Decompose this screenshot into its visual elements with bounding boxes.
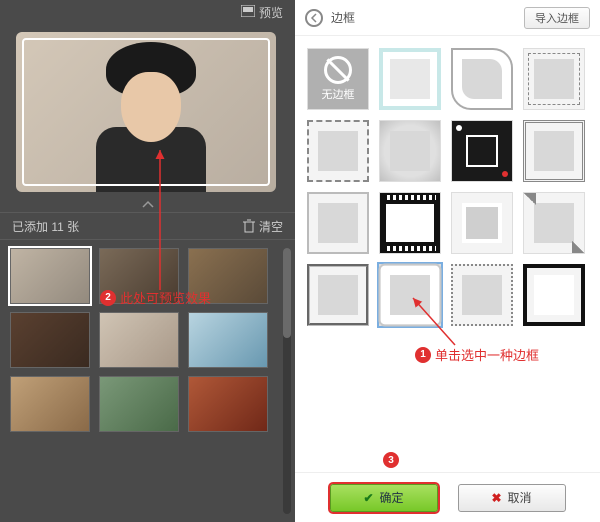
thumbnail[interactable]	[10, 248, 90, 304]
ok-button[interactable]: ✔ 确定	[330, 484, 438, 512]
frame-header: 边框 导入边框	[295, 0, 600, 36]
preview-area	[0, 24, 295, 196]
frame-none[interactable]: 无边框	[307, 48, 369, 110]
clear-button[interactable]: 清空	[243, 218, 283, 235]
frame-option[interactable]	[523, 120, 585, 182]
frame-option[interactable]	[523, 48, 585, 110]
annotation-text: 单击选中一种边框	[435, 345, 539, 364]
frame-option[interactable]	[307, 264, 369, 326]
x-icon: ✖	[491, 491, 501, 505]
preview-header: 预览	[0, 0, 295, 24]
cancel-label: 取消	[508, 489, 532, 506]
thumbnails-scrollbar[interactable]	[283, 248, 291, 514]
dialog-footer: ✔ 确定 ✖ 取消	[295, 472, 600, 522]
thumbnail[interactable]	[188, 248, 268, 304]
back-button[interactable]	[305, 9, 323, 27]
annotation-1: 1 单击选中一种边框	[415, 345, 539, 364]
thumbnail[interactable]	[10, 376, 90, 432]
thumbnails-area	[0, 240, 295, 522]
thumbnail[interactable]	[99, 248, 179, 304]
trash-icon	[243, 219, 255, 233]
frame-option[interactable]	[307, 192, 369, 254]
frame-option[interactable]	[451, 48, 513, 110]
preview-icon	[241, 5, 255, 20]
frame-option[interactable]	[379, 120, 441, 182]
preview-panel: 预览 已添加 11 张 清空	[0, 0, 295, 522]
frame-panel: 边框 导入边框 无边框 1 单击选中一种边框 3 ✔	[295, 0, 600, 522]
preview-image	[16, 32, 276, 192]
frame-option[interactable]	[379, 192, 441, 254]
annotation-3: 3	[383, 452, 399, 468]
thumbnail[interactable]	[188, 312, 268, 368]
added-count-label: 已添加 11 张	[12, 218, 79, 235]
arrow-left-icon	[309, 13, 319, 23]
frame-option-selected[interactable]	[379, 264, 441, 326]
chevron-up-icon	[142, 200, 154, 208]
thumbnail[interactable]	[99, 312, 179, 368]
frame-option[interactable]	[451, 192, 513, 254]
frame-title: 边框	[331, 9, 516, 26]
cancel-button[interactable]: ✖ 取消	[458, 484, 566, 512]
frame-option[interactable]	[307, 120, 369, 182]
thumbnail[interactable]	[10, 312, 90, 368]
annotation-badge: 3	[383, 452, 399, 468]
frame-grid: 无边框	[295, 36, 600, 338]
no-frame-icon	[324, 56, 352, 84]
frame-option[interactable]	[523, 264, 585, 326]
frame-option[interactable]	[523, 192, 585, 254]
import-frame-button[interactable]: 导入边框	[524, 7, 590, 29]
ok-label: 确定	[380, 489, 404, 506]
no-frame-label: 无边框	[322, 86, 355, 102]
thumbnail[interactable]	[188, 376, 268, 432]
scrollbar-handle[interactable]	[283, 248, 291, 338]
added-bar: 已添加 11 张 清空	[0, 212, 295, 240]
scroll-up-button[interactable]	[0, 196, 295, 212]
frame-option[interactable]	[451, 120, 513, 182]
preview-label: 预览	[259, 4, 283, 21]
thumbnail[interactable]	[99, 376, 179, 432]
annotation-badge: 1	[415, 347, 431, 363]
frame-option[interactable]	[451, 264, 513, 326]
thumbnails-grid	[0, 240, 279, 522]
clear-label: 清空	[259, 218, 283, 235]
check-icon: ✔	[363, 491, 373, 505]
frame-option[interactable]	[379, 48, 441, 110]
